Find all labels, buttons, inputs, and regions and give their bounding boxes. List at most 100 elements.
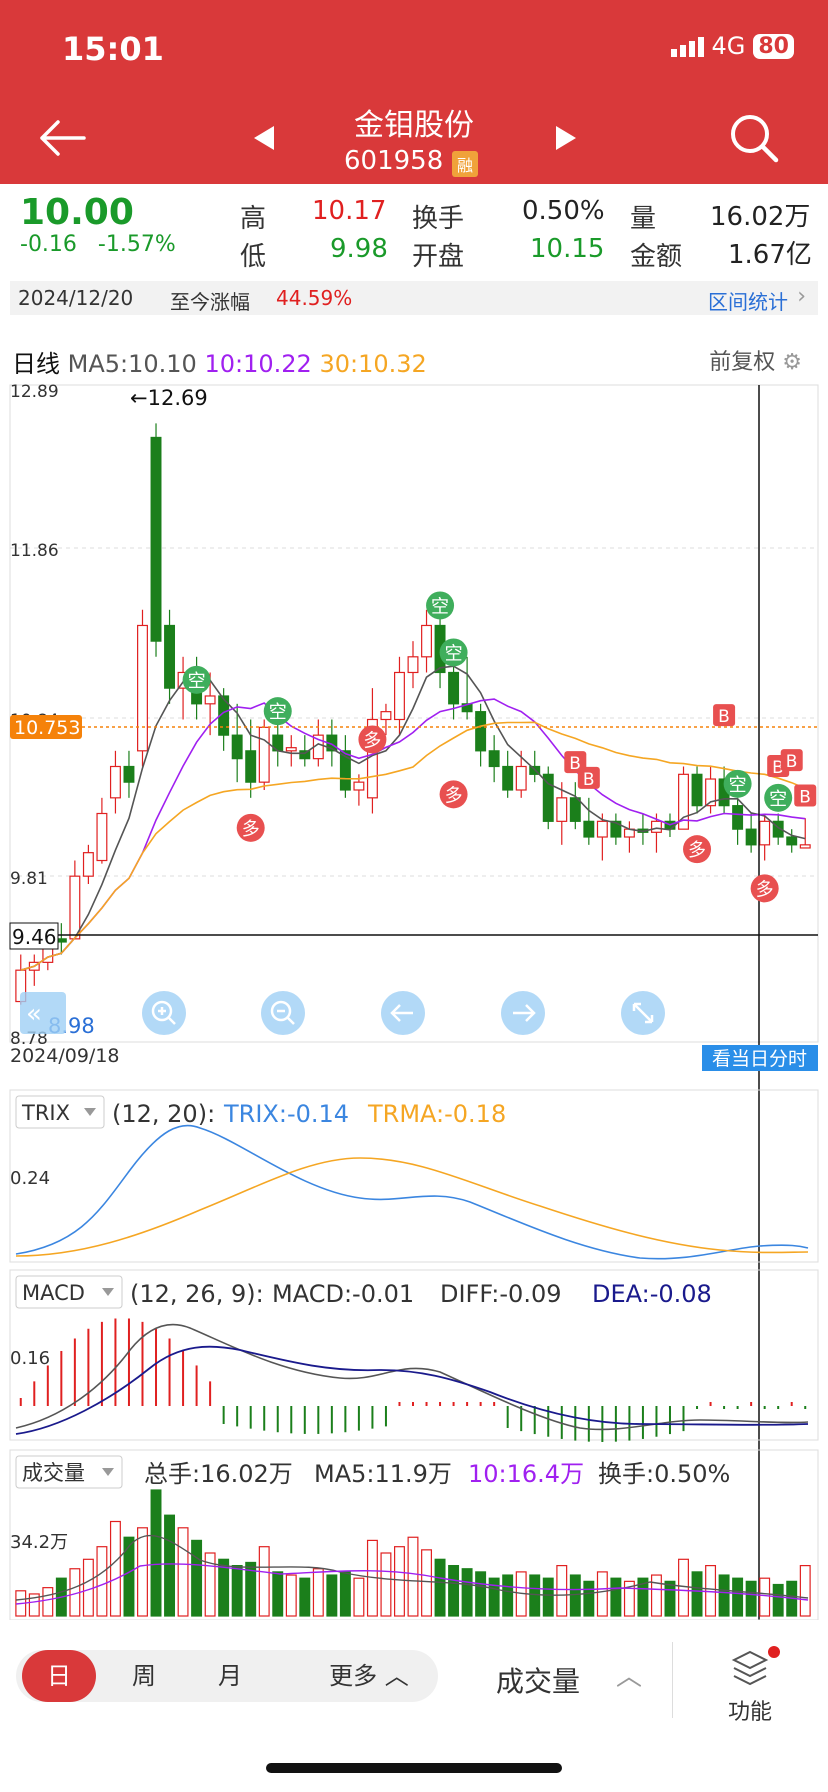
- volume-bar: [272, 1571, 284, 1617]
- volume-bar: [164, 1514, 176, 1617]
- chevron-up-icon[interactable]: ︿: [616, 1656, 642, 1693]
- volume-name: 成交量: [22, 1461, 85, 1485]
- trix-y-label: 0.24: [10, 1168, 50, 1189]
- price-tag-text: 10.753: [14, 717, 80, 739]
- low-value: 9.98: [330, 234, 388, 264]
- trix-line: [15, 1124, 809, 1260]
- function-button[interactable]: 功能: [700, 1642, 800, 1725]
- pan-left-button[interactable]: [381, 991, 425, 1035]
- candle-body: [137, 624, 148, 752]
- volume-bar: [339, 1571, 351, 1617]
- search-icon[interactable]: [728, 112, 780, 164]
- b-marker-text: B: [786, 752, 798, 772]
- margin-badge: 融: [452, 151, 479, 177]
- kline-period[interactable]: 日线: [12, 350, 60, 378]
- indicator-selector[interactable]: 成交量: [496, 1660, 580, 1700]
- fullscreen-button[interactable]: [621, 991, 665, 1035]
- signal-icon: [670, 35, 704, 57]
- pan-right-button[interactable]: [501, 991, 545, 1035]
- range-stats-link[interactable]: 区间统计: [708, 286, 788, 315]
- macd-params: (12, 26, 9):: [130, 1280, 264, 1308]
- candle-body: [380, 711, 392, 721]
- since-label: 至今涨幅: [170, 290, 250, 314]
- amount-value: 1.67亿: [728, 240, 812, 270]
- period-day[interactable]: 日: [22, 1650, 96, 1702]
- high-label: 高: [240, 204, 267, 234]
- ma5-value: MA5:10.10: [67, 350, 197, 378]
- low-label: 低: [240, 242, 267, 272]
- candle-body: [421, 624, 432, 658]
- volume-bar: [177, 1527, 189, 1617]
- battery-icon: 80: [753, 33, 794, 59]
- home-indicator: [266, 1763, 562, 1773]
- volume-bar: [556, 1564, 568, 1617]
- zoom-out-button[interactable]: [261, 991, 305, 1035]
- trma-line: [15, 1157, 809, 1257]
- volume-bar: [705, 1564, 717, 1617]
- candle-body: [732, 805, 744, 830]
- candle-body: [96, 812, 108, 862]
- candle-body: [448, 671, 460, 705]
- marker-text: 多: [363, 730, 381, 751]
- kline-y-tick: 12.89: [10, 382, 59, 402]
- marker-text: 多: [445, 785, 463, 806]
- volume-bar: [488, 1577, 500, 1617]
- candle-body: [258, 726, 270, 783]
- function-label: 功能: [727, 1700, 772, 1725]
- trix-params: (12, 20):: [112, 1100, 215, 1128]
- kline-y-tick: 9.81: [10, 869, 48, 889]
- cross-tag-text: 9.46: [12, 925, 57, 949]
- diff-line: [15, 1323, 809, 1431]
- gear-icon[interactable]: ⚙: [782, 350, 802, 375]
- chart-controls: «: [20, 991, 665, 1035]
- ma10-value: 10:10.22: [204, 350, 312, 378]
- candle-body: [786, 836, 798, 846]
- dea-value: DEA:-0.08: [592, 1280, 712, 1308]
- marker-text: 多: [756, 879, 774, 900]
- network-type: 4G: [711, 32, 746, 60]
- volume-bar: [96, 1546, 108, 1617]
- zoom-in-button[interactable]: [142, 991, 186, 1035]
- volume-bar: [461, 1568, 473, 1617]
- notification-dot: [768, 1646, 780, 1658]
- trix-value: TRIX:-0.14: [223, 1100, 349, 1128]
- volume-bar: [664, 1580, 676, 1617]
- volume-bar: [745, 1580, 757, 1617]
- volume-bar: [123, 1536, 135, 1617]
- volume-bars: [15, 1489, 811, 1617]
- chart-area[interactable]: 12.8911.8610.849.818.78 10.753 9.46 ←12.…: [0, 380, 828, 1620]
- period-more[interactable]: 更多 ︿: [314, 1650, 424, 1702]
- selected-date: 2024/12/20: [18, 286, 134, 310]
- open-label: 开盘: [412, 242, 465, 272]
- period-month[interactable]: 月: [206, 1650, 254, 1702]
- diff-value: DIFF:-0.09: [440, 1280, 562, 1308]
- candle-body: [109, 765, 121, 799]
- trix-name: TRIX: [21, 1101, 70, 1125]
- volume-bar: [502, 1574, 514, 1617]
- volume-bar: [258, 1546, 270, 1617]
- volume-bar: [678, 1558, 689, 1617]
- b-marker-text: B: [583, 770, 595, 790]
- b-marker-text: B: [718, 707, 730, 727]
- marker-text: 多: [242, 819, 260, 840]
- volume-turnover: 换手:0.50%: [598, 1460, 730, 1488]
- candle-body: [515, 765, 527, 791]
- divider: [672, 1642, 673, 1718]
- volume-bar: [691, 1571, 703, 1617]
- adjust-mode-label: 前复权: [709, 350, 776, 375]
- kline-frame: [9, 384, 819, 1043]
- open-value: 10.15: [530, 234, 605, 264]
- next-stock-icon[interactable]: [556, 126, 576, 150]
- volume-bar: [475, 1571, 487, 1617]
- chevron-right-icon: ›: [797, 284, 806, 309]
- app-header: 15:01 4G 80 金钼股份 601958 融: [0, 0, 828, 184]
- candle-body: [596, 820, 608, 838]
- price-change: -0.16 -1.57%: [20, 232, 176, 257]
- volume-label: 量: [630, 204, 657, 234]
- adjust-mode[interactable]: 前复权 ⚙: [709, 344, 802, 376]
- volume-bar: [448, 1564, 460, 1617]
- candle-body: [164, 624, 176, 689]
- volume-bar: [191, 1539, 203, 1617]
- period-week[interactable]: 周: [120, 1650, 168, 1702]
- start-date: 2024/09/18: [10, 1045, 120, 1067]
